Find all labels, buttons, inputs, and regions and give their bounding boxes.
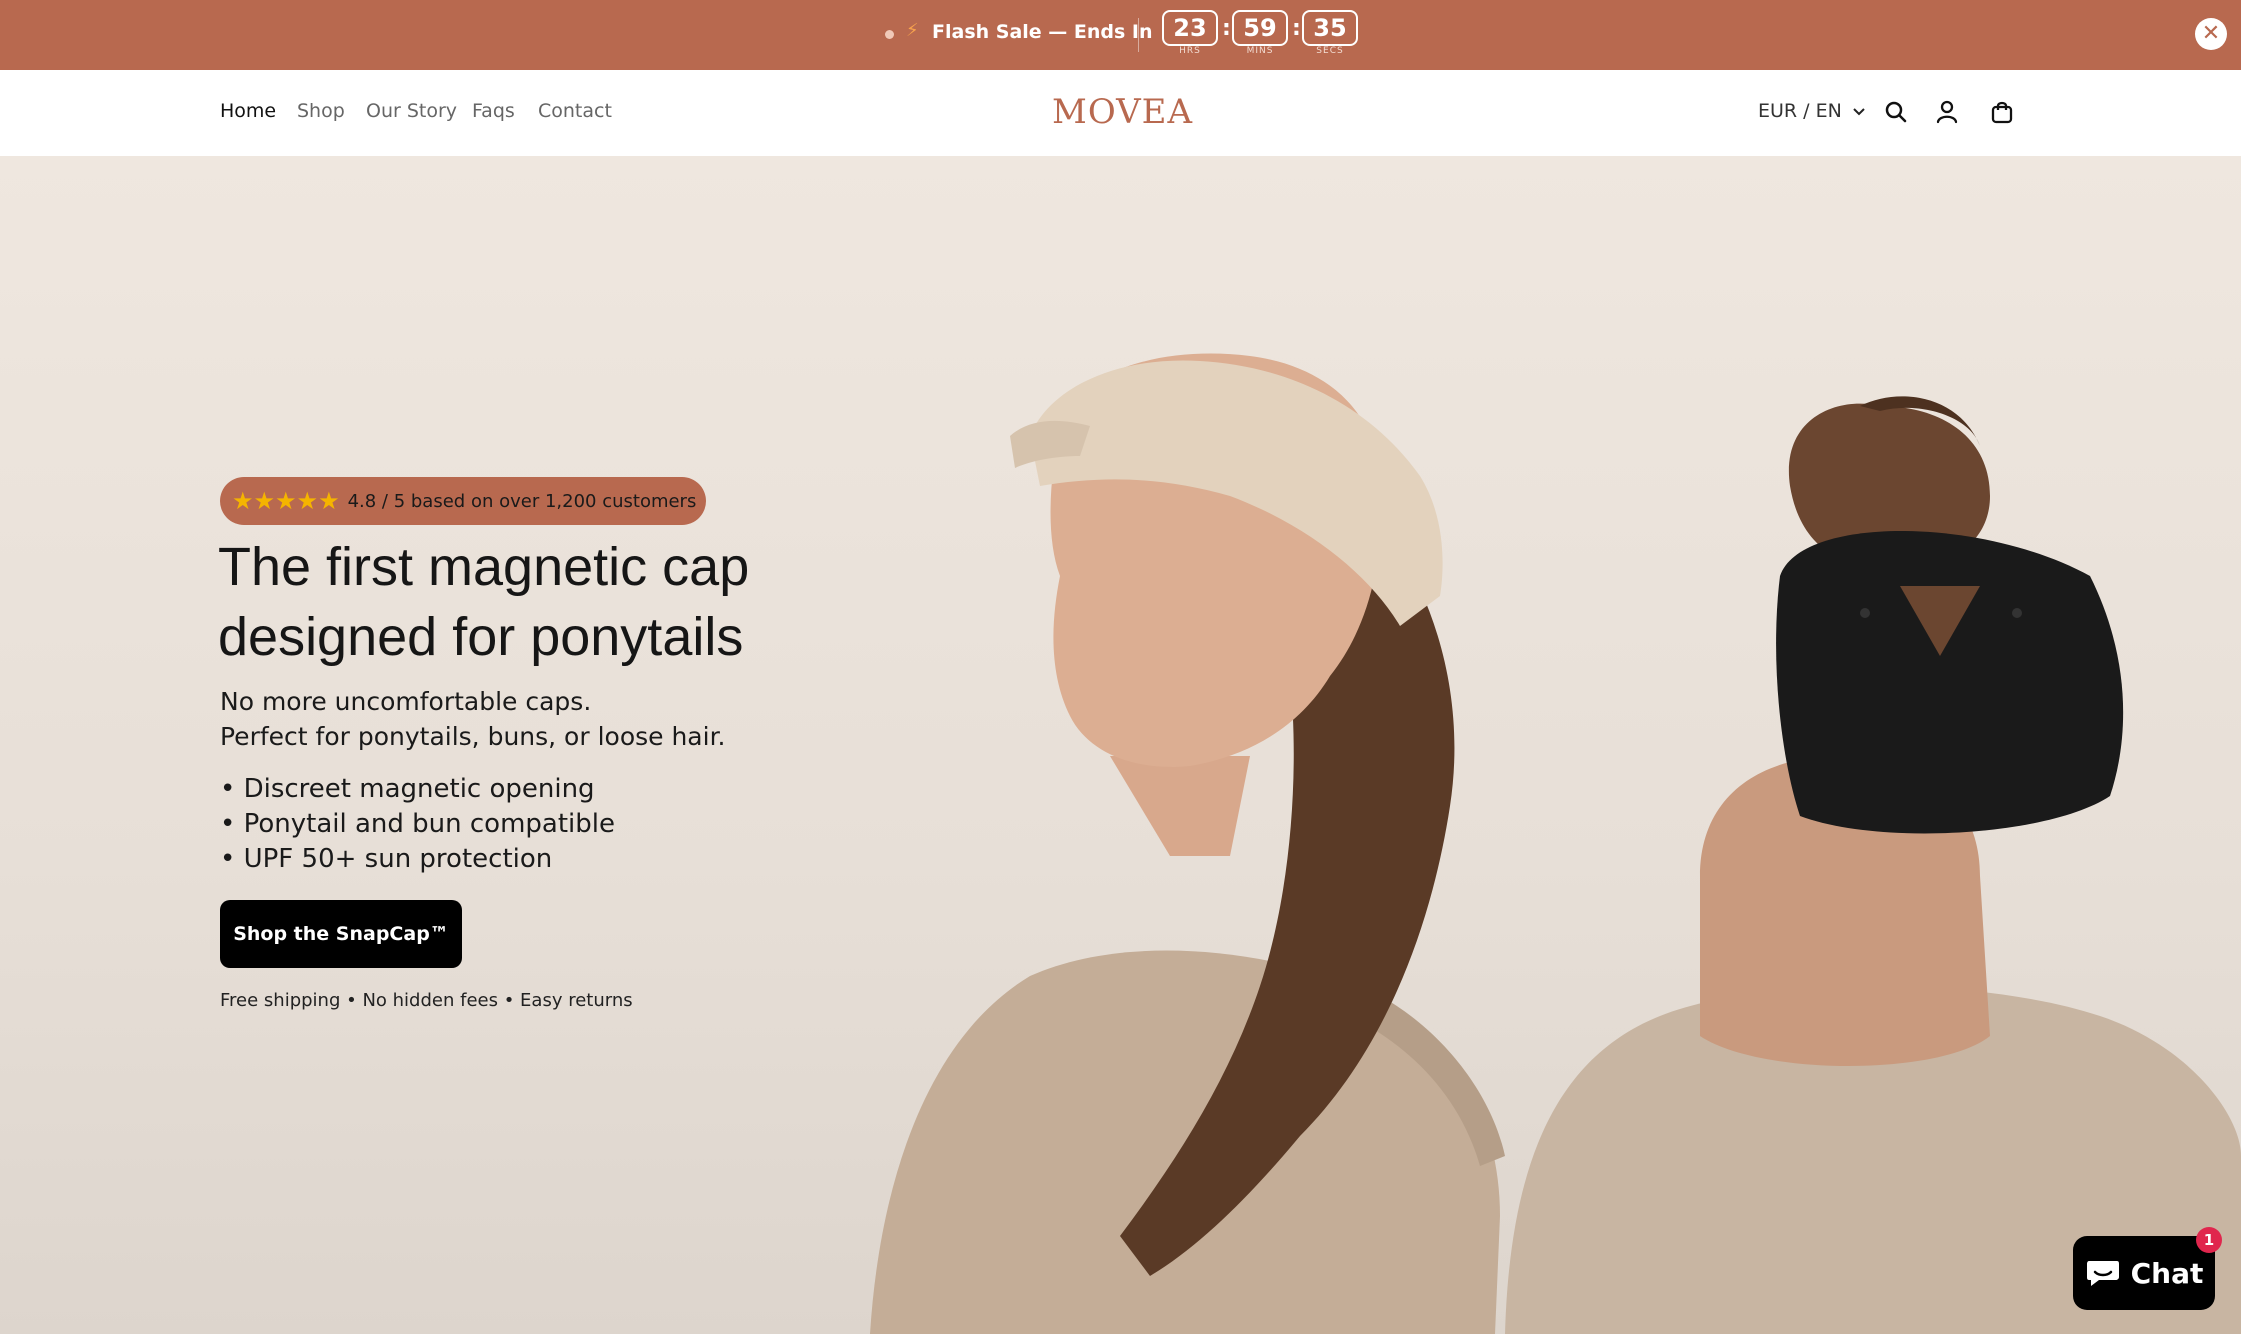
hero-subheadline: No more uncomfortable caps. Perfect for … xyxy=(220,684,726,754)
timer-hours: 23 xyxy=(1162,10,1218,46)
chat-label: Chat xyxy=(2130,1256,2204,1290)
bag-icon[interactable] xyxy=(1988,98,2016,126)
hero-section: ★★★★★ 4.8 / 5 based on over 1,200 custom… xyxy=(0,156,2241,1334)
shipping-perks: Free shipping • No hidden fees • Easy re… xyxy=(220,990,633,1011)
nav-faqs[interactable]: Faqs xyxy=(472,100,515,122)
status-dot xyxy=(885,30,894,39)
nav-shop[interactable]: Shop xyxy=(297,100,345,122)
timer-seconds: 35 xyxy=(1302,10,1358,46)
headline-line: The first magnetic cap xyxy=(218,537,750,597)
locale-label: EUR / EN xyxy=(1758,100,1842,122)
feature-item: • Discreet magnetic opening xyxy=(220,774,595,804)
headline-line: designed for ponytails xyxy=(218,607,744,667)
chat-button[interactable]: Chat xyxy=(2073,1236,2215,1310)
timer-minutes: 59 xyxy=(1232,10,1288,46)
timer-seconds-label: SECS xyxy=(1316,46,1344,56)
nav-our-story[interactable]: Our Story xyxy=(366,100,457,122)
subheadline-line: No more uncomfortable caps. xyxy=(220,687,592,716)
chat-bubble-icon xyxy=(2086,1261,2119,1286)
timer-minutes-label: MINS xyxy=(1246,46,1274,56)
feature-item: • UPF 50+ sun protection xyxy=(220,844,553,874)
rating-badge: ★★★★★ 4.8 / 5 based on over 1,200 custom… xyxy=(220,477,707,525)
announcement-bar: ⚡ Flash Sale — Ends In 23 HRS : 59 MINS … xyxy=(0,0,2241,70)
subheadline-line: Perfect for ponytails, buns, or loose ha… xyxy=(220,722,726,751)
star-rating-icon: ★★★★★ xyxy=(232,487,340,515)
feature-item: • Ponytail and bun compatible xyxy=(220,809,615,839)
timer-colon: : xyxy=(1292,16,1301,41)
hero-headline: The first magnetic cap designed for pony… xyxy=(218,532,918,672)
shop-snapcap-button[interactable]: Shop the SnapCap™ xyxy=(220,900,462,968)
nav-contact[interactable]: Contact xyxy=(538,100,612,122)
timer-hours-label: HRS xyxy=(1179,46,1201,56)
brand-logo[interactable]: MOVEA xyxy=(1052,92,1193,132)
rating-text: 4.8 / 5 based on over 1,200 customers xyxy=(347,490,697,512)
search-icon[interactable] xyxy=(1882,98,1910,126)
chevron-down-icon xyxy=(1853,107,1865,115)
nav-home[interactable]: Home xyxy=(220,100,276,122)
timer-colon: : xyxy=(1222,16,1231,41)
feature-list: • Discreet magnetic opening • Ponytail a… xyxy=(220,772,615,877)
lightning-icon: ⚡ xyxy=(906,20,919,41)
flash-sale-text: Flash Sale — Ends In xyxy=(932,21,1153,43)
site-header: Home Shop Our Story Faqs Contact MOVEA E… xyxy=(0,70,2241,156)
user-icon[interactable] xyxy=(1933,98,1961,126)
chat-notification-badge: 1 xyxy=(2196,1227,2222,1253)
divider xyxy=(1138,18,1139,52)
close-announcement-button[interactable]: ✕ xyxy=(2195,18,2227,50)
locale-selector[interactable]: EUR / EN xyxy=(1758,100,1866,122)
close-icon: ✕ xyxy=(2201,21,2221,46)
